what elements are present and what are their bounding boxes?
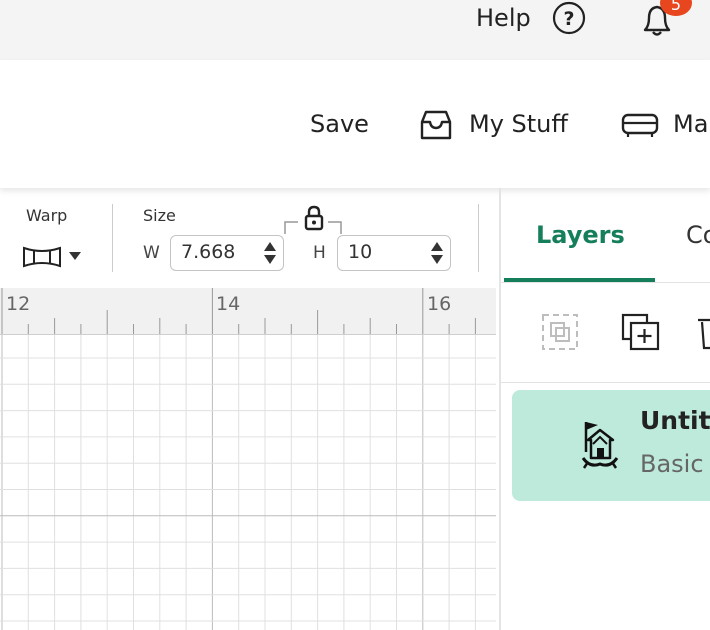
help-link[interactable]: Help xyxy=(476,4,531,32)
tabs-border xyxy=(501,282,710,283)
make-button[interactable]: Ma xyxy=(673,110,708,138)
height-label: H xyxy=(313,243,326,263)
layer-subtitle: Basic xyxy=(640,450,704,478)
warp-shape-icon[interactable] xyxy=(22,244,62,270)
stepper-arrows-icon[interactable] xyxy=(429,239,445,267)
horizontal-ruler: 12 14 16 xyxy=(0,288,496,335)
tab-color[interactable]: Co xyxy=(686,221,710,249)
size-label: Size xyxy=(143,206,176,225)
layer-thumbnail xyxy=(581,422,619,469)
trash-icon[interactable] xyxy=(696,314,710,352)
svg-text:?: ? xyxy=(563,8,574,30)
width-input[interactable]: 7.668 xyxy=(170,235,284,271)
toolbar-divider xyxy=(112,204,113,272)
caret-down-icon[interactable] xyxy=(68,250,82,262)
duplicate-icon[interactable] xyxy=(620,312,662,352)
inbox-tray-icon[interactable] xyxy=(416,108,456,142)
ruler-label: 14 xyxy=(216,293,241,315)
save-button[interactable]: Save xyxy=(310,110,369,138)
design-canvas[interactable] xyxy=(0,335,496,630)
width-value: 7.668 xyxy=(181,241,236,263)
ruler-label: 12 xyxy=(6,293,31,315)
warp-label: Warp xyxy=(26,206,68,225)
group-icon[interactable] xyxy=(540,312,580,352)
layer-title: Untitl xyxy=(640,406,710,435)
stepper-arrows-icon[interactable] xyxy=(262,239,278,267)
ruler-ticks xyxy=(1,288,476,334)
toolbar-divider xyxy=(478,204,479,272)
height-value: 10 xyxy=(348,241,373,263)
question-circle-icon[interactable]: ? xyxy=(549,1,589,35)
width-label: W xyxy=(143,243,160,263)
actions-border xyxy=(501,382,710,383)
top-bar xyxy=(0,0,710,60)
panel-divider xyxy=(499,188,501,630)
padlock-icon[interactable] xyxy=(303,205,325,231)
height-input[interactable]: 10 xyxy=(337,235,451,271)
ruler-label: 16 xyxy=(427,293,452,315)
my-stuff-link[interactable]: My Stuff xyxy=(469,110,568,138)
machine-icon[interactable] xyxy=(620,110,660,140)
tab-layers[interactable]: Layers xyxy=(536,221,625,249)
